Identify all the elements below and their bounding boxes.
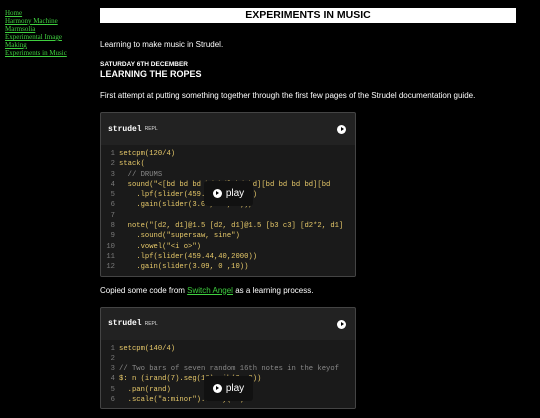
nav-link-marmsolia[interactable]: Marmsolia — [5, 25, 95, 33]
sidebar-nav: Home Harmony Machine Marmsolia Experimen… — [5, 9, 95, 57]
line-number: 12 — [106, 263, 115, 272]
play-icon — [212, 383, 222, 393]
main-content: EXPERIMENTS IN MUSIC Learning to make mu… — [100, 8, 516, 418]
play-label: play — [225, 382, 245, 394]
code-text: setcpm(140/4) — [119, 344, 176, 353]
code-line: 1 setcpm(140/4) — [101, 344, 355, 354]
code-line: 2 stack( — [101, 159, 355, 169]
line-number: 4 — [110, 375, 115, 384]
strudel-repl-1: strudel REPL 1 setcpm(120/4) 2 stack(3 // D… — [100, 112, 356, 277]
post-date: SATURDAY 6TH DECEMBER — [100, 61, 189, 68]
play-label: play — [225, 188, 245, 199]
repl-header: strudel REPL — [101, 113, 355, 145]
page-title: EXPERIMENTS IN MUSIC — [100, 8, 516, 23]
code-line: 11 .lpf(slider(459.44,40,2000)) — [101, 252, 355, 262]
code-text: setcpm(120/4) — [119, 150, 176, 158]
code-text: .vowel("<i o>") — [119, 242, 201, 251]
code-line: 8 note("[d2, d1]@1.5 [d2, d1]@1.5 [b3 c3… — [101, 221, 355, 231]
repl-header: strudel REPL — [101, 308, 355, 340]
intro-text: Learning to make music in Strudel. — [100, 40, 224, 49]
play-circle-icon[interactable] — [337, 125, 346, 134]
switch-angel-link[interactable]: Switch Angel — [187, 286, 233, 295]
nav-link-home[interactable]: Home — [5, 9, 95, 17]
code-text: .pan(rand) — [119, 385, 171, 394]
nav-link-making[interactable]: Making — [5, 41, 95, 49]
strudel-repl-2: strudel REPL 1 setcpm(140/4) 2 3 // Two bars… — [100, 306, 356, 410]
code-text: note("[d2, d1]@1.5 [d2, d1]@1.5 [b3 c3] … — [119, 222, 344, 231]
code-line: 9 .sound("supersaw, sine") — [101, 231, 355, 241]
code-text: // DRUMS — [119, 170, 163, 179]
code-text: .gain(slider(3.09, 0 ,10)) — [119, 263, 249, 272]
code-text: .lpf(slider(459.44,40,2000)) — [119, 252, 258, 261]
line-number: 9 — [110, 232, 115, 241]
code-text: stack( — [119, 160, 145, 169]
post-title: LEARNING THE ROPES — [100, 69, 202, 79]
code-line: 2 — [101, 354, 355, 364]
code-line: 3 // DRUMS — [101, 170, 355, 180]
nav-link-experiments-in-music[interactable]: Experiments in Music — [5, 49, 95, 57]
para2-text-after: as a learning process. — [232, 285, 314, 295]
line-number: 6 — [110, 201, 115, 210]
post-paragraph-1: First attempt at putting something toget… — [100, 91, 476, 100]
nav-link-harmony-machine[interactable]: Harmony Machine — [5, 17, 95, 25]
line-number: 5 — [110, 385, 115, 394]
line-number: 1 — [110, 344, 115, 353]
code-text: .sound("supersaw, sine") — [119, 232, 240, 241]
line-number: 7 — [110, 211, 115, 220]
line-number: 6 — [110, 396, 115, 405]
code-text: // Two bars of seven random 16th notes i… — [119, 365, 339, 374]
line-number: 4 — [110, 180, 115, 189]
line-number: 3 — [110, 170, 115, 179]
nav-link-experimental-image[interactable]: Experimental Image — [5, 33, 95, 41]
repl-title: strudel — [108, 319, 142, 329]
line-number: 2 — [110, 354, 115, 363]
line-number: 8 — [110, 222, 115, 231]
code-line: 1 setcpm(120/4) — [101, 149, 355, 159]
line-number: 1 — [110, 150, 115, 158]
line-number: 3 — [110, 365, 115, 374]
line-number: 11 — [106, 252, 115, 261]
play-button[interactable]: play — [204, 181, 253, 206]
play-icon — [212, 189, 222, 198]
code-line: 7 — [101, 211, 355, 221]
play-circle-icon[interactable] — [337, 319, 346, 329]
repl-tag: REPL — [144, 126, 158, 132]
post-paragraph-2: Copied some code from Switch Angel as a … — [100, 286, 516, 296]
code-editor[interactable]: 1 setcpm(120/4) 2 stack(3 // DRUMS 4 sound("… — [101, 145, 355, 276]
line-number: 5 — [110, 191, 115, 200]
code-line: 12 .gain(slider(3.09, 0 ,10)) — [101, 262, 355, 272]
repl-title: strudel — [108, 124, 142, 134]
repl-tag: REPL — [144, 320, 158, 327]
line-number: 2 — [110, 160, 115, 169]
line-number: 10 — [106, 242, 115, 251]
code-line: 3 // Two bars of seven random 16th notes … — [101, 364, 355, 374]
play-button[interactable]: play — [204, 375, 253, 401]
code-line: 10 .vowel("<i o>") — [101, 242, 355, 252]
para2-text-before: Copied some code from — [100, 285, 188, 295]
